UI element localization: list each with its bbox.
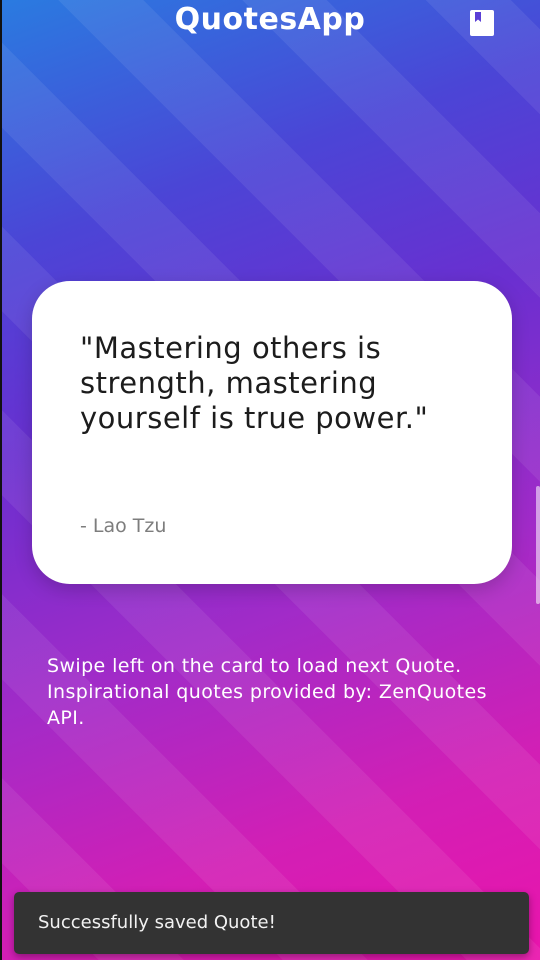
screen-edge [0, 0, 2, 960]
snackbar: Successfully saved Quote! [14, 892, 529, 954]
snackbar-message: Successfully saved Quote! [38, 912, 276, 933]
app-header: QuotesApp [0, 0, 540, 44]
quote-text: "Mastering others is strength, mastering… [80, 331, 429, 435]
quote-author: - Lao Tzu [80, 515, 167, 537]
bookmark-icon [470, 10, 494, 36]
instructions-text: Swipe left on the card to load next Quot… [47, 655, 487, 729]
quote-card[interactable]: "Mastering others is strength, mastering… [32, 281, 512, 584]
saved-quotes-button[interactable] [470, 10, 494, 36]
scroll-indicator [536, 486, 540, 604]
app-title: QuotesApp [174, 2, 366, 37]
